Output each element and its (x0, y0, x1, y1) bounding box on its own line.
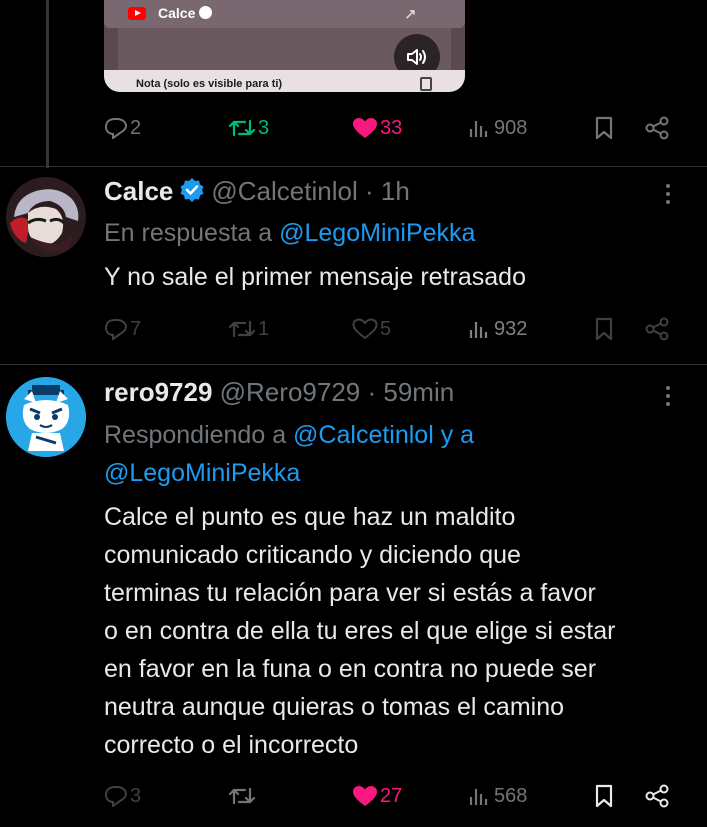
tweet-header: Calce @Calcetinlol · 1h (104, 176, 410, 207)
reply-button[interactable]: 7 (104, 314, 141, 344)
author-handle[interactable]: @Calcetinlol (211, 176, 357, 206)
share-button[interactable] (644, 314, 670, 344)
mention-link[interactable]: @LegoMiniPekka (104, 459, 300, 487)
tweet-text-line: en favor en la funa o en contra no puede… (104, 655, 597, 683)
share-icon (645, 317, 669, 341)
retweet-button[interactable]: 1 (228, 314, 269, 344)
avatar[interactable] (6, 177, 86, 257)
retweet-count: 1 (258, 317, 270, 340)
more-options-button[interactable] (658, 382, 678, 412)
retweet-icon (228, 119, 256, 137)
action-bar: 7 1 5 932 (104, 314, 674, 344)
mention-link[interactable]: @Calcetinlol y a (293, 421, 474, 449)
mention-link[interactable]: @LegoMiniPekka (279, 219, 475, 247)
external-link-icon[interactable]: ↗ (404, 5, 417, 23)
reply-count: 3 (130, 784, 142, 807)
heart-outline-icon (352, 318, 378, 340)
dot-separator: · (367, 377, 377, 407)
avatar-image (6, 377, 86, 457)
views-icon (469, 322, 488, 338)
heart-icon (353, 118, 377, 138)
tweet-text-line: Calce el punto es que haz un maldito (104, 503, 516, 531)
share-icon (645, 784, 669, 808)
reply-count: 7 (130, 317, 142, 340)
views-count: 568 (494, 784, 528, 807)
bookmark-icon (595, 784, 613, 808)
youtube-icon (128, 7, 146, 20)
reply-icon (104, 786, 128, 807)
share-button[interactable] (644, 781, 670, 811)
speaker-icon (407, 49, 426, 65)
divider (0, 166, 707, 167)
retweet-button[interactable]: 3 (228, 113, 269, 143)
embedded-media-card[interactable]: Calce ↗ Nota (solo es visible para ti) (104, 0, 465, 92)
reply-context: Respondiendo a @Calcetinlol y a @LegoMin… (104, 416, 474, 492)
like-button[interactable]: 33 (352, 113, 402, 143)
tweet-text-line: o en contra de ella tu eres el que elige… (104, 617, 616, 645)
tweet-text-line: neutra aunque quieras o tomas el camino (104, 693, 565, 721)
note-icon[interactable] (420, 77, 432, 91)
like-button[interactable]: 27 (352, 781, 402, 811)
bookmark-button[interactable] (594, 314, 614, 344)
reply-count: 2 (130, 116, 142, 139)
retweet-count: 3 (258, 116, 270, 139)
reply-prefix: Respondiendo a (104, 421, 294, 449)
retweet-button[interactable] (228, 781, 256, 811)
views-count: 932 (494, 317, 528, 340)
reply-context: En respuesta a @LegoMiniPekka (104, 214, 475, 252)
media-channel-name: Calce (158, 5, 213, 21)
reply-icon (104, 319, 128, 340)
reply-button[interactable]: 2 (104, 113, 141, 143)
views-button[interactable]: 932 (468, 314, 527, 344)
action-bar: 3 27 568 (104, 781, 674, 811)
bookmark-icon (595, 116, 613, 140)
more-options-button[interactable] (658, 180, 678, 210)
heart-icon (353, 786, 377, 806)
bookmark-button[interactable] (594, 113, 614, 143)
reply-icon (104, 118, 128, 139)
like-count: 27 (380, 784, 403, 807)
views-icon (469, 121, 488, 137)
bookmark-icon (595, 317, 613, 341)
author-name[interactable]: rero9729 (104, 377, 212, 407)
note-text: Nota (solo es visible para ti) (136, 78, 283, 90)
tweet-header: rero9729 @Rero9729 · 59min (104, 377, 454, 408)
tweet-text-line: terminas tu relación para ver si estás a… (104, 579, 596, 607)
avatar[interactable] (6, 377, 86, 457)
like-button[interactable]: 5 (352, 314, 391, 344)
views-button[interactable]: 568 (468, 781, 527, 811)
tweet-text: Y no sale el primer mensaje retrasado (104, 263, 526, 291)
action-bar: 2 3 33 908 (104, 113, 674, 143)
author-name[interactable]: Calce (104, 176, 173, 206)
thread-line (46, 0, 49, 168)
timestamp[interactable]: 1h (381, 176, 410, 206)
reply-prefix: En respuesta a (104, 219, 280, 247)
author-handle[interactable]: @Rero9729 (220, 377, 361, 407)
avatar-image (6, 177, 86, 257)
share-icon (645, 116, 669, 140)
like-count: 33 (380, 116, 403, 139)
like-count: 5 (380, 317, 392, 340)
channel-verified-icon (199, 6, 213, 19)
tweet-text: Calce el punto es que haz un maldito com… (104, 498, 694, 764)
retweet-icon (228, 320, 256, 338)
views-button[interactable]: 908 (468, 113, 527, 143)
verified-badge-icon (180, 178, 204, 202)
divider (0, 364, 707, 365)
views-icon (469, 789, 488, 805)
timestamp[interactable]: 59min (383, 377, 454, 407)
retweet-icon (228, 787, 256, 805)
tweet-text-line: correcto o el incorrecto (104, 731, 359, 759)
bookmark-button[interactable] (594, 781, 614, 811)
views-count: 908 (494, 116, 528, 139)
reply-button[interactable]: 3 (104, 781, 141, 811)
tweet-text-line: comunicado criticando y diciendo que (104, 541, 521, 569)
dot-separator: · (364, 176, 374, 206)
share-button[interactable] (644, 113, 670, 143)
